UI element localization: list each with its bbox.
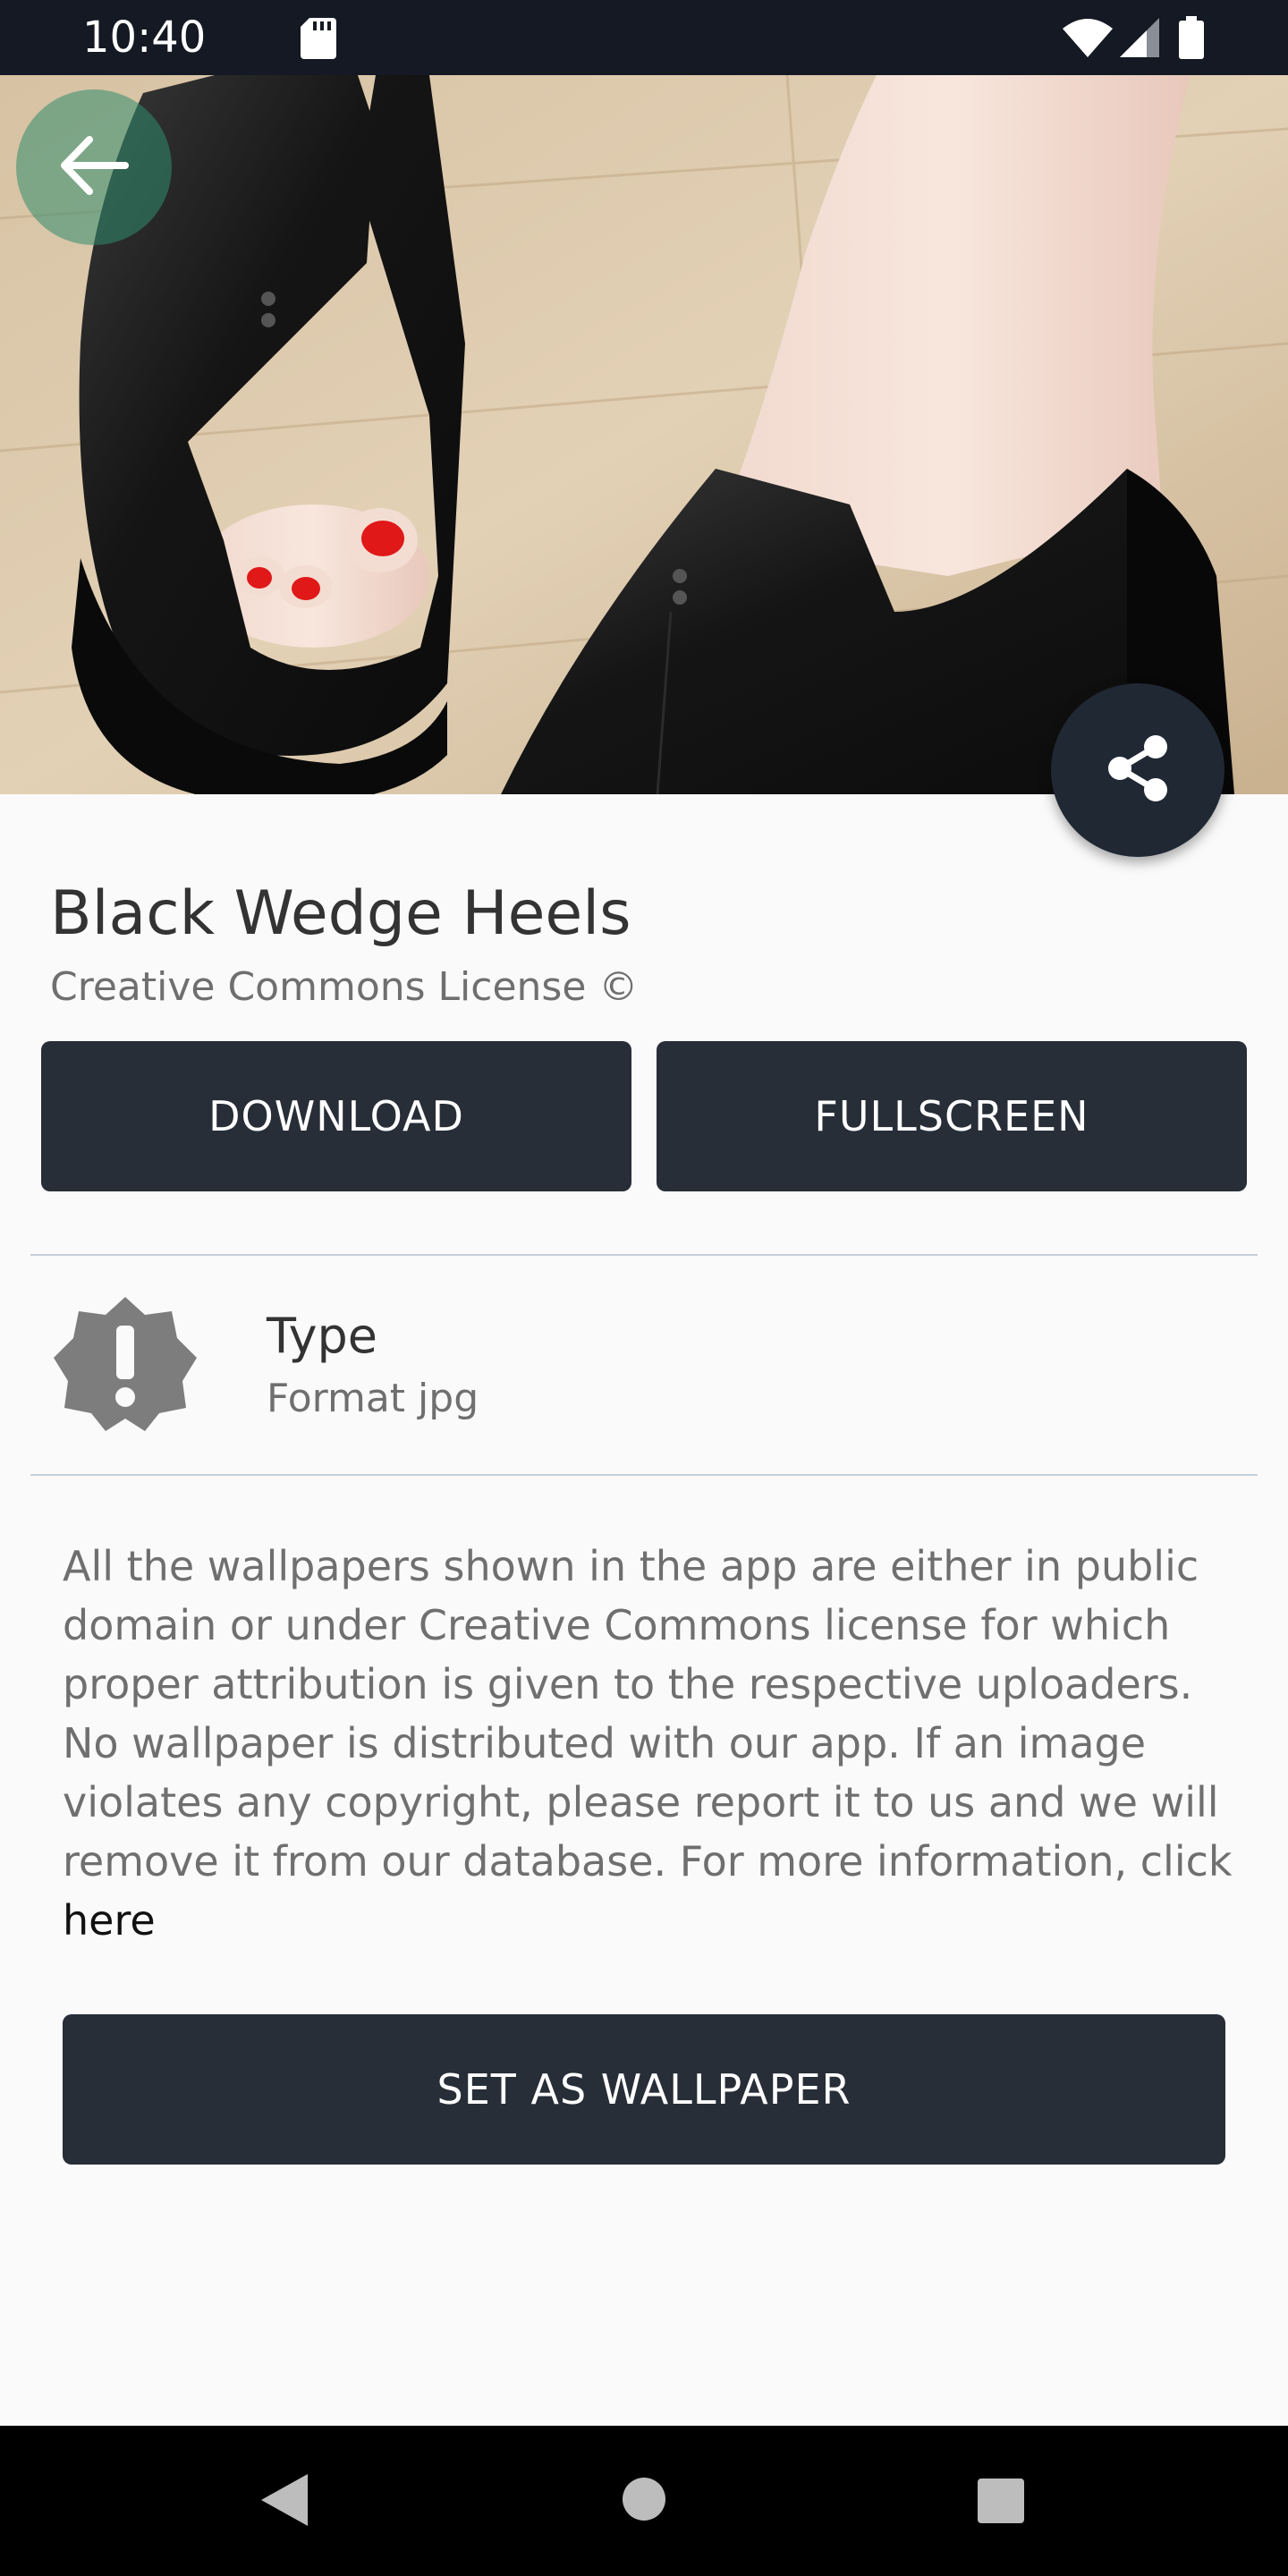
nav-recents-icon[interactable] xyxy=(977,2478,1025,2528)
divider xyxy=(30,1254,1258,1256)
alert-badge-icon xyxy=(52,1295,199,1436)
signal-icon xyxy=(1120,18,1159,61)
battery-icon xyxy=(1179,16,1204,63)
type-value: Format jpg xyxy=(267,1376,479,1421)
type-title: Type xyxy=(267,1308,378,1364)
wallpaper-title: Black Wedge Heels xyxy=(50,878,631,949)
disclaimer-text: All the wallpapers shown in the app are … xyxy=(63,1537,1243,1950)
set-as-wallpaper-button[interactable]: SET AS WALLPAPER xyxy=(63,2014,1225,2165)
back-button[interactable] xyxy=(16,89,172,245)
disclaimer-body: All the wallpapers shown in the app are … xyxy=(63,1542,1233,1885)
divider xyxy=(30,1474,1258,1476)
share-icon xyxy=(1106,734,1170,806)
wifi-icon xyxy=(1063,18,1113,61)
arrow-left-icon xyxy=(59,136,129,199)
share-button[interactable] xyxy=(1051,683,1224,857)
license-text: Creative Commons License © xyxy=(50,964,639,1010)
status-bar: 10:40 xyxy=(0,0,1288,75)
more-info-link[interactable]: here xyxy=(63,1896,156,1945)
wallpaper-preview-image[interactable] xyxy=(0,75,1288,794)
download-button[interactable]: DOWNLOAD xyxy=(41,1041,631,1191)
status-time: 10:40 xyxy=(82,13,207,63)
sd-card-icon xyxy=(301,18,336,63)
fullscreen-button[interactable]: FULLSCREEN xyxy=(657,1041,1247,1191)
nav-home-icon[interactable] xyxy=(621,2476,667,2526)
nav-back-icon[interactable] xyxy=(259,2472,309,2531)
